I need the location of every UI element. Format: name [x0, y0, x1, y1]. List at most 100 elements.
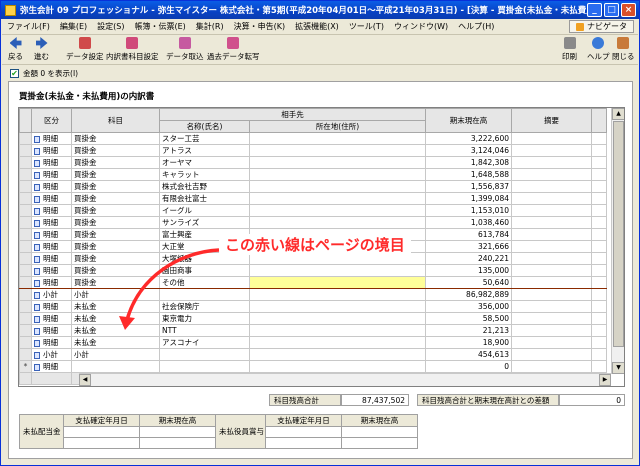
- close-window-button[interactable]: ×: [621, 3, 636, 17]
- cell-balance[interactable]: 454,613: [425, 348, 512, 361]
- cell-balance[interactable]: 1,648,588: [425, 168, 512, 181]
- cell-tekiyo[interactable]: [511, 348, 592, 361]
- cell-address[interactable]: [249, 336, 426, 349]
- cell-balance[interactable]: 21,213: [425, 324, 512, 337]
- cell-balance[interactable]: 0: [425, 360, 512, 373]
- cell-tekiyo[interactable]: [511, 228, 592, 241]
- cell-kubun[interactable]: 明細: [31, 240, 72, 253]
- cell-balance[interactable]: 1,153,010: [425, 204, 512, 217]
- cell-balance[interactable]: 18,900: [425, 336, 512, 349]
- menu-edit[interactable]: 編集(E): [55, 21, 92, 32]
- cell-address[interactable]: [249, 192, 426, 205]
- cell-address[interactable]: [249, 348, 426, 361]
- import-button[interactable]: データ取込: [166, 37, 204, 62]
- navigator-button[interactable]: ナビゲータ: [569, 20, 634, 33]
- cell-name[interactable]: [159, 360, 250, 373]
- cell-tekiyo[interactable]: [511, 288, 592, 301]
- cell-kubun[interactable]: 明細: [31, 156, 72, 169]
- cell-name[interactable]: 株式会社吉野: [159, 180, 250, 193]
- cell-kubun[interactable]: 明細: [31, 360, 72, 373]
- cell-name[interactable]: イーグル: [159, 204, 250, 217]
- cell-tekiyo[interactable]: [511, 276, 592, 289]
- cell-balance[interactable]: 240,221: [425, 252, 512, 265]
- cell-kubun[interactable]: 明細: [31, 180, 72, 193]
- table-row[interactable]: 明細 買掛金 有限会社富士 1,399,084: [19, 192, 607, 205]
- maximize-button[interactable]: □: [604, 3, 619, 17]
- cell-kamoku[interactable]: 買掛金: [71, 156, 160, 169]
- item-settings-button[interactable]: 内訳書科目設定: [106, 37, 159, 62]
- cell-address[interactable]: [249, 216, 426, 229]
- cell-balance[interactable]: 356,000: [425, 300, 512, 313]
- cell-kamoku[interactable]: 買掛金: [71, 216, 160, 229]
- table-row[interactable]: 明細 買掛金 アトラス 3,124,046: [19, 144, 607, 157]
- cell-tekiyo[interactable]: [511, 312, 592, 325]
- cell-kubun[interactable]: 明細: [31, 276, 72, 289]
- unpaid-dividend-balance-cell[interactable]: [139, 437, 216, 449]
- scroll-down-icon[interactable]: ▼: [612, 362, 624, 374]
- unpaid-bonus-date-cell[interactable]: [265, 426, 342, 438]
- cell-balance[interactable]: 1,842,308: [425, 156, 512, 169]
- cell-tekiyo[interactable]: [511, 144, 592, 157]
- cell-kubun[interactable]: 明細: [31, 252, 72, 265]
- scroll-up-icon[interactable]: ▲: [612, 108, 624, 120]
- cell-kubun[interactable]: 明細: [31, 168, 72, 181]
- cell-address[interactable]: [249, 144, 426, 157]
- table-row[interactable]: 明細 買掛金 株式会社吉野 1,556,837: [19, 180, 607, 193]
- cell-kamoku[interactable]: 買掛金: [71, 180, 160, 193]
- help-button[interactable]: ヘルプ: [587, 37, 610, 62]
- cell-name[interactable]: 有限会社富士: [159, 192, 250, 205]
- cell-kubun[interactable]: 明細: [31, 216, 72, 229]
- cell-kubun[interactable]: 明細: [31, 324, 72, 337]
- cell-address[interactable]: [249, 324, 426, 337]
- forward-button[interactable]: 進む: [34, 37, 49, 62]
- cell-address[interactable]: [249, 300, 426, 313]
- col-header-name[interactable]: 名称(氏名): [159, 120, 250, 133]
- unpaid-dividend-balance-cell[interactable]: [139, 426, 216, 438]
- table-row[interactable]: 明細 未払金 NTT 21,213: [19, 324, 607, 337]
- col-header-kamoku[interactable]: 科目: [71, 108, 160, 133]
- menu-file[interactable]: ファイル(F): [2, 21, 55, 32]
- cell-balance[interactable]: 3,124,046: [425, 144, 512, 157]
- cell-balance[interactable]: 50,640: [425, 276, 512, 289]
- cell-kubun[interactable]: 明細: [31, 300, 72, 313]
- table-row[interactable]: 小計 小計 86,982,889: [19, 288, 607, 301]
- cell-tekiyo[interactable]: [511, 324, 592, 337]
- table-row[interactable]: 明細 買掛金 イーグル 1,153,010: [19, 204, 607, 217]
- cell-tekiyo[interactable]: [511, 264, 592, 277]
- cell-kamoku[interactable]: 買掛金: [71, 192, 160, 205]
- col-header-balance[interactable]: 期末現在高: [425, 108, 512, 133]
- cell-balance[interactable]: 1,556,837: [425, 180, 512, 193]
- print-button[interactable]: 印刷: [562, 37, 577, 62]
- menu-settings[interactable]: 設定(S): [92, 21, 129, 32]
- cell-tekiyo[interactable]: [511, 156, 592, 169]
- unpaid-bonus-date-cell[interactable]: [265, 437, 342, 449]
- cell-name[interactable]: アトラス: [159, 144, 250, 157]
- cell-kamoku[interactable]: 買掛金: [71, 168, 160, 181]
- horizontal-scrollbar[interactable]: ◀ ▶: [79, 373, 611, 386]
- menu-books[interactable]: 帳簿・伝票(E): [129, 21, 190, 32]
- col-header-kubun[interactable]: 区分: [31, 108, 72, 133]
- cell-address[interactable]: [249, 312, 426, 325]
- menu-window[interactable]: ウィンドウ(W): [389, 21, 453, 32]
- table-row[interactable]: 明細 買掛金 サンライズ 1,038,460: [19, 216, 607, 229]
- menu-closing[interactable]: 決算・申告(K): [229, 21, 291, 32]
- table-row[interactable]: 明細 買掛金 キャラット 1,648,588: [19, 168, 607, 181]
- table-row[interactable]: 明細 未払金 社会保険庁 356,000: [19, 300, 607, 313]
- cell-kubun[interactable]: 明細: [31, 336, 72, 349]
- scroll-right-icon[interactable]: ▶: [599, 374, 611, 386]
- vertical-scrollbar[interactable]: ▲ ▼: [611, 108, 624, 374]
- cell-balance[interactable]: 1,038,460: [425, 216, 512, 229]
- cell-kamoku[interactable]: 買掛金: [71, 204, 160, 217]
- cell-name[interactable]: キャラット: [159, 168, 250, 181]
- cell-tekiyo[interactable]: [511, 300, 592, 313]
- cell-balance[interactable]: 135,000: [425, 264, 512, 277]
- cell-tekiyo[interactable]: [511, 216, 592, 229]
- show-zero-checkbox[interactable]: ✔: [10, 68, 19, 78]
- cell-kubun[interactable]: 明細: [31, 132, 72, 145]
- table-row[interactable]: 小計 小計 454,613: [19, 348, 607, 361]
- cell-kubun[interactable]: 明細: [31, 264, 72, 277]
- cell-kubun[interactable]: 小計: [31, 288, 72, 301]
- cell-kubun[interactable]: 明細: [31, 192, 72, 205]
- cell-name[interactable]: サンライズ: [159, 216, 250, 229]
- cell-address[interactable]: [249, 360, 426, 373]
